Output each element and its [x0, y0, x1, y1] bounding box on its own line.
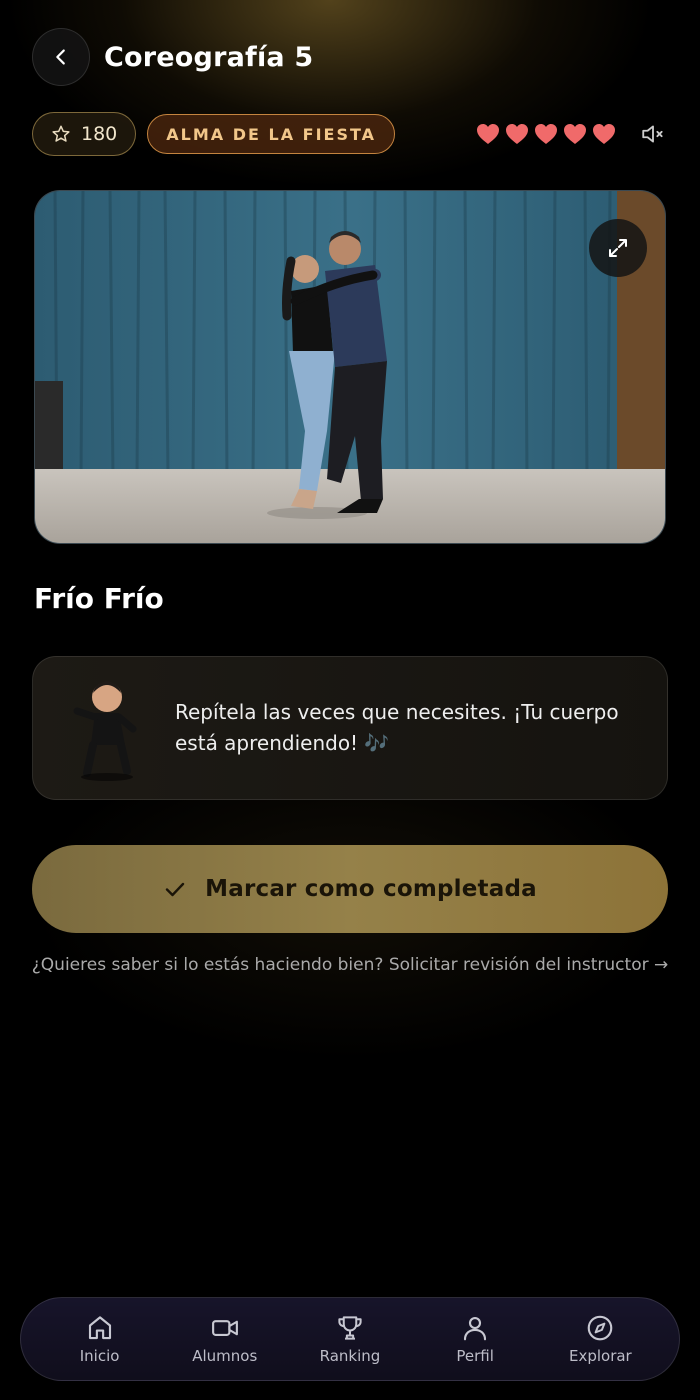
expand-button[interactable] — [589, 219, 647, 277]
nav-item-explorar[interactable]: Explorar — [545, 1313, 655, 1365]
volume-mute-icon — [642, 125, 663, 143]
star-outline-icon — [52, 125, 70, 142]
heart-icon — [535, 124, 557, 144]
heart-icon — [564, 124, 586, 144]
tip-card: Repítela las veces que necesites. ¡Tu cu… — [32, 656, 668, 800]
mark-complete-label: Marcar como completada — [205, 876, 537, 902]
points-badge: 180 — [32, 112, 137, 156]
nav-item-ranking[interactable]: Ranking — [295, 1313, 405, 1365]
user-icon — [464, 1316, 487, 1341]
check-icon — [165, 882, 185, 897]
points-value: 180 — [81, 123, 118, 145]
bottom-nav: Inicio Alumnos Ranking Perfil Explorar — [20, 1297, 680, 1381]
heart-icon — [477, 124, 499, 144]
back-button[interactable] — [32, 28, 90, 86]
mark-complete-button[interactable]: Marcar como completada — [32, 845, 668, 933]
tip-text: Repítela las veces que necesites. ¡Tu cu… — [175, 700, 619, 755]
nav-label: Alumnos — [192, 1347, 258, 1365]
nav-label: Inicio — [79, 1347, 120, 1365]
lives-hearts — [476, 123, 616, 145]
video-camera-icon — [211, 1320, 238, 1336]
request-review-link[interactable]: ¿Quieres saber si lo estás haciendo bien… — [0, 955, 700, 975]
song-title: Frío Frío — [34, 582, 164, 615]
nav-label: Explorar — [568, 1347, 632, 1365]
video-player[interactable] — [34, 190, 666, 544]
expand-icon — [609, 239, 627, 257]
compass-icon — [588, 1315, 613, 1341]
instructor-avatar — [73, 681, 137, 781]
nav-label: Ranking — [319, 1347, 381, 1365]
chevron-left-icon — [56, 49, 65, 65]
level-badge: ALMA DE LA FIESTA — [147, 114, 396, 154]
nav-item-perfil[interactable]: Perfil — [420, 1313, 530, 1365]
nav-item-alumnos[interactable]: Alumnos — [170, 1313, 280, 1365]
mute-button[interactable] — [638, 119, 668, 149]
header: Coreografía 5 — [32, 28, 668, 86]
stats-row: 180 ALMA DE LA FIESTA — [32, 112, 668, 156]
heart-icon — [506, 124, 528, 144]
video-frame — [35, 191, 665, 543]
nav-label: Perfil — [456, 1347, 494, 1365]
heart-icon — [593, 124, 615, 144]
trophy-icon — [338, 1316, 362, 1340]
nav-item-inicio[interactable]: Inicio — [45, 1313, 155, 1365]
page-title: Coreografía 5 — [104, 41, 314, 73]
home-icon — [88, 1316, 111, 1340]
